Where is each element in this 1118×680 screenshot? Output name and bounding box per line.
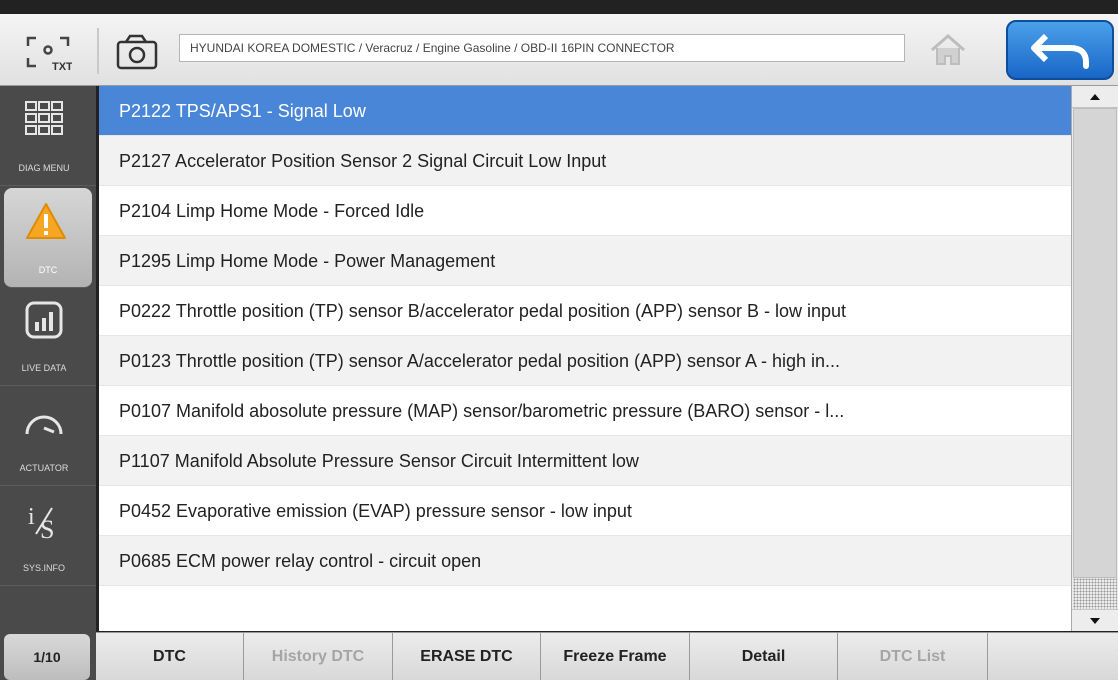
dtc-row[interactable]: P2122 TPS/APS1 - Signal Low bbox=[99, 86, 1071, 136]
sidebar-item-label: DIAG MENU bbox=[18, 163, 70, 173]
scroll-thumb[interactable] bbox=[1073, 108, 1117, 578]
tab-erase-dtc[interactable]: ERASE DTC bbox=[393, 633, 541, 680]
back-button[interactable] bbox=[1006, 20, 1114, 80]
scroll-track[interactable] bbox=[1073, 578, 1117, 609]
dtc-row[interactable]: P2104 Limp Home Mode - Forced Idle bbox=[99, 186, 1071, 236]
app-window: TXT HYUNDAI KOREA DOMESTIC / Veracruz / … bbox=[0, 0, 1118, 680]
arrow-down-icon bbox=[1090, 618, 1100, 624]
tab-detail[interactable]: Detail bbox=[690, 633, 838, 680]
bottom-tab-bar: DTC History DTC ERASE DTC Freeze Frame D… bbox=[96, 632, 1118, 680]
home-button[interactable] bbox=[926, 30, 970, 70]
info-is-icon: i S bbox=[28, 504, 54, 542]
gauge-icon bbox=[25, 415, 63, 435]
home-icon bbox=[931, 34, 965, 65]
sidebar-item-sys-info[interactable]: i S SYS.INFO bbox=[0, 486, 96, 586]
dtc-row[interactable]: P0222 Throttle position (TP) sensor B/ac… bbox=[99, 286, 1071, 336]
svg-text:i: i bbox=[28, 504, 35, 530]
tab-empty bbox=[988, 633, 1118, 680]
dtc-row[interactable]: P2127 Accelerator Position Sensor 2 Sign… bbox=[99, 136, 1071, 186]
toolbar-divider bbox=[97, 28, 99, 74]
txt-capture-button[interactable]: TXT bbox=[24, 34, 73, 74]
tab-freeze-frame[interactable]: Freeze Frame bbox=[541, 633, 690, 680]
sidebar-item-dtc[interactable]: DTC bbox=[4, 188, 92, 288]
tab-history-dtc[interactable]: History DTC bbox=[244, 633, 393, 680]
list-scrollbar[interactable] bbox=[1071, 86, 1118, 631]
top-toolbar: TXT HYUNDAI KOREA DOMESTIC / Veracruz / … bbox=[0, 14, 1118, 86]
tab-dtc-list[interactable]: DTC List bbox=[838, 633, 988, 680]
grid-icon bbox=[25, 101, 63, 135]
svg-text:S: S bbox=[40, 515, 54, 542]
scroll-up-button[interactable] bbox=[1072, 86, 1118, 108]
sidebar: DIAG MENU DTC LIVE DATA ACTUATOR i S SYS… bbox=[0, 86, 96, 680]
sidebar-item-label: LIVE DATA bbox=[21, 363, 67, 373]
sidebar-item-label: SYS.INFO bbox=[22, 563, 65, 573]
breadcrumb: HYUNDAI KOREA DOMESTIC / Veracruz / Engi… bbox=[179, 34, 905, 62]
sidebar-item-label: ACTUATOR bbox=[19, 463, 69, 473]
txt-label: TXT bbox=[52, 61, 72, 73]
arrow-up-icon bbox=[1090, 94, 1100, 100]
camera-button[interactable] bbox=[116, 32, 160, 72]
camera-icon bbox=[116, 34, 158, 70]
dtc-row[interactable]: P0685 ECM power relay control - circuit … bbox=[99, 536, 1071, 586]
sidebar-item-live-data[interactable]: LIVE DATA bbox=[0, 286, 96, 386]
scroll-down-button[interactable] bbox=[1072, 609, 1118, 631]
tab-dtc[interactable]: DTC bbox=[96, 633, 244, 680]
warning-icon bbox=[26, 203, 66, 239]
dtc-row[interactable]: P1107 Manifold Absolute Pressure Sensor … bbox=[99, 436, 1071, 486]
dtc-row[interactable]: P0107 Manifold abosolute pressure (MAP) … bbox=[99, 386, 1071, 436]
dtc-list: P2122 TPS/APS1 - Signal Low P2127 Accele… bbox=[99, 86, 1071, 631]
sidebar-item-diag-menu[interactable]: DIAG MENU bbox=[0, 86, 96, 186]
bar-chart-icon bbox=[25, 301, 63, 339]
page-indicator: 1/10 bbox=[4, 634, 90, 680]
dtc-row[interactable]: P1295 Limp Home Mode - Power Management bbox=[99, 236, 1071, 286]
back-arrow-icon bbox=[1031, 33, 1089, 69]
sidebar-item-actuator[interactable]: ACTUATOR bbox=[0, 386, 96, 486]
dtc-row[interactable]: P0123 Throttle position (TP) sensor A/ac… bbox=[99, 336, 1071, 386]
sidebar-item-label: DTC bbox=[38, 265, 58, 275]
dtc-row[interactable]: P0452 Evaporative emission (EVAP) pressu… bbox=[99, 486, 1071, 536]
